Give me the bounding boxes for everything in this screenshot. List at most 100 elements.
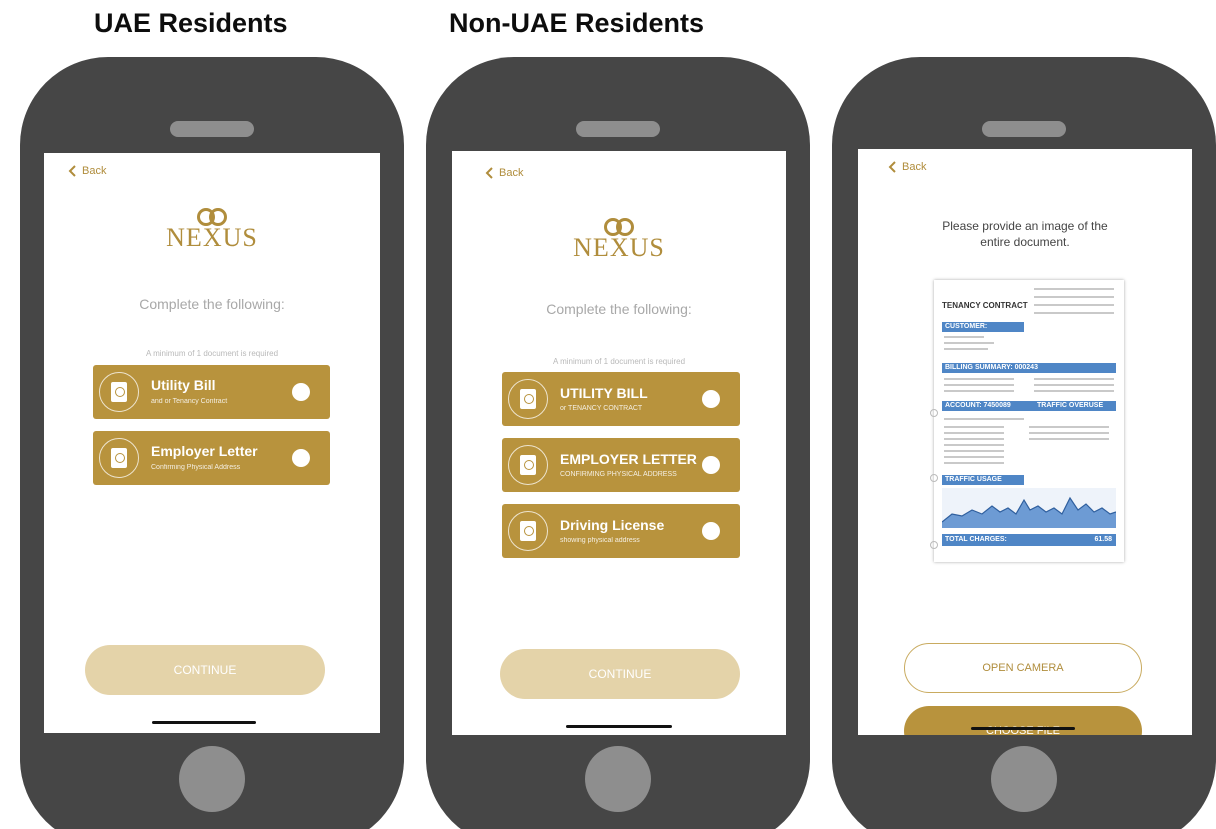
doc-text-line <box>1034 304 1114 306</box>
doc-text-line <box>1034 296 1114 298</box>
phone-non-uae-residents: Back NEXUS Complete the following: A min… <box>426 57 810 829</box>
back-label: Back <box>499 167 524 179</box>
document-title: EMPLOYER LETTER <box>560 451 697 467</box>
phone-document-upload: Back Please provide an image of the enti… <box>832 57 1216 829</box>
doc-traffic-overuse: TRAFFIC OVERUSE <box>1037 402 1104 409</box>
select-radio[interactable] <box>292 449 310 467</box>
passport-icon <box>508 379 548 419</box>
passport-icon <box>99 372 139 412</box>
back-button[interactable]: Back <box>485 167 523 179</box>
doc-text-line <box>944 438 1004 440</box>
document-title: Employer Letter <box>151 443 258 459</box>
screen-uae: Back NEXUS Complete the following: A min… <box>44 153 380 733</box>
doc-total-label: TOTAL CHARGES: <box>945 536 1007 543</box>
traffic-usage-chart <box>942 488 1116 528</box>
back-button[interactable]: Back <box>888 161 926 173</box>
document-subtitle: CONFIRMING PHYSICAL ADDRESS <box>560 471 677 478</box>
document-option-employer-letter[interactable]: EMPLOYER LETTER CONFIRMING PHYSICAL ADDR… <box>502 438 740 492</box>
phone-speaker <box>576 121 660 137</box>
doc-text-line <box>1034 378 1114 380</box>
min-required-note: A minimum of 1 document is required <box>552 357 686 366</box>
passport-icon <box>508 511 548 551</box>
document-subtitle: Confirming Physical Address <box>151 464 241 471</box>
home-button[interactable] <box>585 746 651 812</box>
doc-text-line <box>944 450 1004 452</box>
back-button[interactable]: Back <box>68 165 106 177</box>
doc-text-line <box>944 462 1004 464</box>
home-indicator <box>566 725 672 728</box>
chevron-left-icon <box>68 165 76 177</box>
home-indicator <box>971 727 1075 730</box>
doc-text-line <box>944 432 1004 434</box>
document-title: UTILITY BILL <box>560 385 648 401</box>
select-radio[interactable] <box>702 522 720 540</box>
choose-file-button[interactable]: CHOOSE FILE <box>904 706 1142 735</box>
document-option-utility-bill[interactable]: Utility Bill and or Tenancy Contract <box>93 365 330 419</box>
doc-text-line <box>944 444 1004 446</box>
doc-customer-band: CUSTOMER: <box>942 322 1024 332</box>
home-button[interactable] <box>991 746 1057 812</box>
chevron-left-icon <box>485 167 493 179</box>
doc-text-line <box>944 336 984 338</box>
doc-text-line <box>1034 384 1114 386</box>
document-option-driving-license[interactable]: Driving License showing physical address <box>502 504 740 558</box>
back-label: Back <box>902 161 927 173</box>
doc-traffic-usage-band: TRAFFIC USAGE <box>942 475 1024 485</box>
instruction-line-1: Please provide an image of the <box>942 219 1108 233</box>
doc-account-band: ACCOUNT: 7450089 TRAFFIC OVERUSE <box>942 401 1116 411</box>
continue-button[interactable]: CONTINUE <box>500 649 740 699</box>
doc-text-line <box>1029 432 1109 434</box>
nexus-logo: NEXUS <box>539 217 699 261</box>
doc-text-line <box>1029 426 1109 428</box>
doc-text-line <box>944 456 1004 458</box>
chevron-left-icon <box>888 161 896 173</box>
document-title: Utility Bill <box>151 377 216 393</box>
doc-text-line <box>1034 390 1114 392</box>
doc-billing-band: BILLING SUMMARY: 000243 <box>942 363 1116 373</box>
logo-wordmark: NEXUS <box>573 233 665 262</box>
document-subtitle: showing physical address <box>560 537 640 544</box>
document-preview: TENANCY CONTRACT CUSTOMER: BILLING SUMMA… <box>934 280 1124 562</box>
doc-title: TENANCY CONTRACT <box>942 301 1028 310</box>
screen-non-uae: Back NEXUS Complete the following: A min… <box>452 151 786 735</box>
doc-text-line <box>944 342 994 344</box>
doc-text-line <box>944 426 1004 428</box>
doc-total-band: TOTAL CHARGES: 61.58 <box>942 534 1116 546</box>
passport-icon <box>508 445 548 485</box>
doc-text-line <box>1034 312 1114 314</box>
select-radio[interactable] <box>702 456 720 474</box>
phone-uae-residents: Back NEXUS Complete the following: A min… <box>20 57 404 829</box>
home-indicator <box>152 721 256 724</box>
phone-speaker <box>982 121 1066 137</box>
home-button[interactable] <box>179 746 245 812</box>
doc-text-line <box>944 348 988 350</box>
document-subtitle: and or Tenancy Contract <box>151 398 228 405</box>
side-radio[interactable] <box>930 474 938 482</box>
document-option-employer-letter[interactable]: Employer Letter Confirming Physical Addr… <box>93 431 330 485</box>
document-subtitle: or TENANCY CONTRACT <box>560 405 643 412</box>
stage: UAE Residents Non-UAE Residents Back NEX… <box>0 0 1216 829</box>
side-radio[interactable] <box>930 541 938 549</box>
phone-speaker <box>170 121 254 137</box>
document-option-utility-bill[interactable]: UTILITY BILL or TENANCY CONTRACT <box>502 372 740 426</box>
doc-text-line <box>944 378 1014 380</box>
doc-account-label: ACCOUNT: 7450089 <box>945 402 1011 409</box>
page-subtitle: Complete the following: <box>546 301 692 317</box>
min-required-note: A minimum of 1 document is required <box>145 349 279 358</box>
doc-total-amount: 61.58 <box>1094 536 1112 543</box>
doc-text-line <box>944 384 1014 386</box>
heading-uae-residents: UAE Residents <box>94 8 288 38</box>
side-radio[interactable] <box>930 409 938 417</box>
document-title: Driving License <box>560 517 665 533</box>
page-subtitle: Complete the following: <box>139 296 285 312</box>
continue-button[interactable]: CONTINUE <box>85 645 325 695</box>
select-radio[interactable] <box>702 390 720 408</box>
open-camera-button[interactable]: OPEN CAMERA <box>904 643 1142 693</box>
doc-text-line <box>944 390 1014 392</box>
instruction-line-2: entire document. <box>980 235 1070 249</box>
doc-text-line <box>944 418 1024 420</box>
nexus-logo: NEXUS <box>132 207 292 251</box>
select-radio[interactable] <box>292 383 310 401</box>
doc-text-line <box>1034 288 1114 290</box>
heading-non-uae-residents: Non-UAE Residents <box>449 8 705 38</box>
